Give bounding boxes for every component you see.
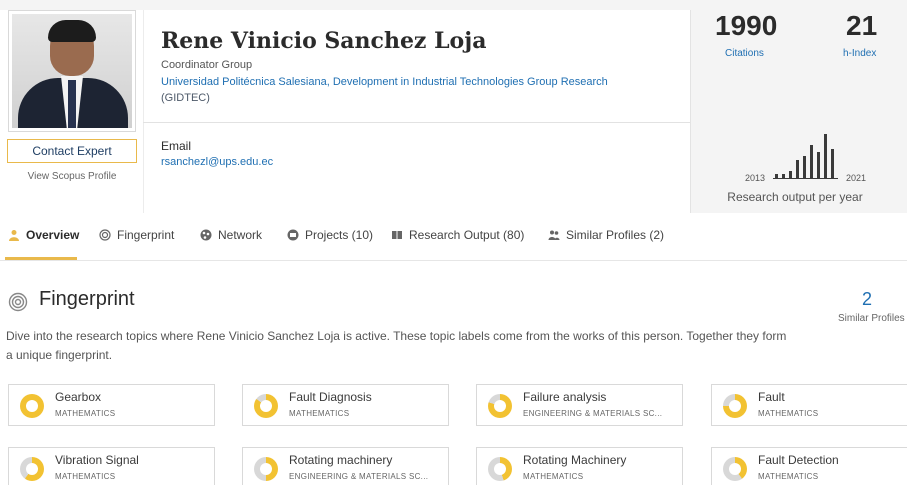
email-link[interactable]: rsanchezl@ups.edu.ec [161,156,273,168]
topic-strength-icon [20,457,44,481]
tab-research-output[interactable]: Research Output (80) [391,228,524,242]
topic-category: Engineering & Materials Sc... [289,472,429,481]
projects-icon [287,229,299,241]
people-icon [548,230,560,240]
citations-link[interactable]: Citations [725,48,764,59]
chart-bar-2018 [810,145,813,178]
fingerprint-icon [99,229,111,241]
chart-bar-2016 [796,159,799,178]
fingerprint-icon [8,292,28,312]
book-icon [392,231,402,239]
avatar [12,14,132,128]
topic-name: Fault Detection [758,453,839,467]
citations-value: 1990 [715,10,778,41]
email-label: Email [161,139,192,153]
research-output-chart[interactable] [713,126,863,186]
fingerprint-description: Dive into the research topics where Rene… [6,329,787,362]
tab-label: Network [218,228,263,242]
chart-start-year: 2013 [745,173,766,183]
topic-card[interactable]: Rotating Machinery Mathematics [476,447,683,485]
affiliation-link[interactable]: Universidad Politécnica Salesiana, Devel… [161,76,608,88]
topic-name: Rotating machinery [289,453,393,467]
topic-card[interactable]: Rotating machinery Engineering & Material… [242,447,449,485]
topic-category: Mathematics [289,409,350,418]
chart-bar-2017 [803,156,806,178]
hindex-value: 21 [846,10,878,41]
topic-name: Fault Diagnosis [289,390,372,404]
topic-category: Mathematics [55,472,116,481]
tab-label: Similar Profiles (2) [566,228,665,242]
tab-label: Fingerprint [117,228,175,242]
view-scopus-profile-link[interactable]: View Scopus Profile [0,171,144,182]
chart-bar-2020 [824,134,827,178]
profile-photo [8,10,136,132]
person-icon [9,230,19,241]
tab-network[interactable]: Network [200,228,262,242]
chart-bar-2019 [817,152,820,178]
active-tab-indicator [5,257,77,260]
tab-label: Overview [26,228,80,242]
chart-baseline [773,178,838,179]
affiliation-suffix: (GIDTEC) [161,92,210,104]
header-divider-vertical [143,10,144,213]
tab-label: Projects (10) [305,228,374,242]
profile-tabs: Overview Fingerprint Network Projects (1… [0,213,907,261]
profile-role: Coordinator Group [161,59,253,71]
chart-bar-2014 [782,174,785,178]
header-divider [143,122,690,123]
topic-card[interactable]: Fault Diagnosis Mathematics [242,384,449,426]
topic-category: Mathematics [55,409,116,418]
profile-name: Rene Vinicio Sanchez Loja [161,28,487,54]
chart-bar-2013 [775,174,778,178]
topic-category: Engineering & Materials Sc... [523,409,663,418]
topic-strength-icon [488,394,512,418]
topic-name: Failure analysis [523,390,607,404]
topic-card[interactable]: Gearbox Mathematics [8,384,215,426]
contact-expert-button[interactable]: Contact Expert [7,139,137,163]
tab-similar-profiles[interactable]: Similar Profiles (2) [548,228,664,242]
topic-name: Fault [758,390,785,404]
topic-card[interactable]: Failure analysis Engineering & Materials … [476,384,683,426]
tab-overview[interactable]: Overview [8,228,79,242]
topic-strength-icon [723,457,747,481]
topic-card[interactable]: Fault Mathematics [711,384,907,426]
topic-strength-icon [488,457,512,481]
chart-bar-2015 [789,170,792,178]
topic-category: Mathematics [758,472,819,481]
similar-profiles-count[interactable]: 2 [862,289,872,310]
topic-strength-icon [20,394,44,418]
tab-projects[interactable]: Projects (10) [287,228,373,242]
chart-end-year: 2021 [846,173,867,183]
topic-card[interactable]: Fault Detection Mathematics [711,447,907,485]
topic-card[interactable]: Vibration Signal Mathematics [8,447,215,485]
hindex-link[interactable]: h-Index [843,48,876,59]
similar-profiles-link[interactable]: Similar Profiles [838,313,905,324]
topic-name: Rotating Machinery [523,453,627,467]
topic-strength-icon [254,457,278,481]
chart-label: Research output per year [727,190,863,204]
topic-strength-icon [723,394,747,418]
topic-name: Vibration Signal [55,453,139,467]
topic-strength-icon [254,394,278,418]
network-icon [200,229,212,241]
tab-fingerprint[interactable]: Fingerprint [99,228,174,242]
profile-affiliation: Universidad Politécnica Salesiana, Devel… [161,74,681,106]
topic-category: Mathematics [758,409,819,418]
fingerprint-heading: Fingerprint [39,288,135,310]
tab-label: Research Output (80) [409,228,525,242]
chart-bar-2021 [831,148,834,178]
topic-name: Gearbox [55,390,102,404]
topic-category: Mathematics [523,472,584,481]
